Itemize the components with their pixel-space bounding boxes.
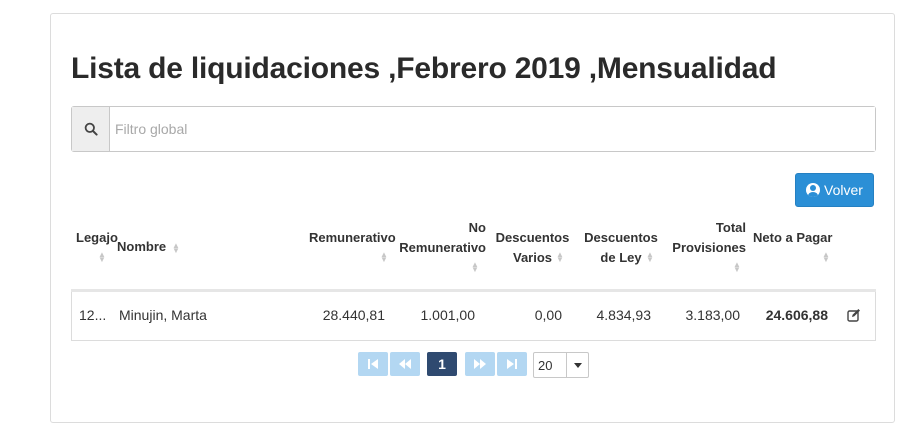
sort-icon[interactable]: ▲ ▼ (556, 251, 564, 264)
cell-legajo: 12... (79, 307, 107, 323)
sort-icon[interactable]: ▲ ▼ (380, 251, 388, 264)
rows-per-page-select[interactable]: 20 (533, 352, 589, 378)
sort-icon[interactable]: ▲ ▼ (822, 251, 830, 264)
column-header-no-remunerativo[interactable]: No Remunerativo (398, 218, 486, 258)
prev-page-icon (399, 359, 411, 369)
volver-button[interactable]: Volver (795, 173, 874, 207)
cell-total-provisiones: 3.183,00 (685, 307, 741, 323)
prev-page-button[interactable] (390, 352, 420, 376)
table-row[interactable]: 12... Minujin, Marta 28.440,81 1.001,00 … (71, 292, 876, 341)
sort-icon[interactable]: ▲ ▼ (733, 261, 741, 274)
sort-icon[interactable]: ▲ ▼ (646, 251, 654, 264)
sort-icon[interactable]: ▲ ▼ (471, 261, 479, 274)
volver-button-label: Volver (824, 182, 863, 198)
column-header-neto-a-pagar[interactable]: Neto a Pagar (753, 228, 832, 248)
sort-icon[interactable]: ▲ ▼ (98, 251, 106, 264)
first-page-button[interactable] (358, 352, 388, 376)
next-page-button[interactable] (465, 352, 495, 376)
first-page-icon (368, 359, 378, 369)
page-title: Lista de liquidaciones ,Febrero 2019 ,Me… (71, 52, 777, 85)
global-filter-group (71, 106, 876, 152)
cell-nombre: Minujin, Marta (119, 307, 207, 323)
column-header-remunerativo[interactable]: Remunerativo (309, 228, 396, 248)
page-number-button[interactable]: 1 (427, 352, 457, 376)
column-header-nombre[interactable]: Nombre (117, 237, 166, 257)
cell-remunerativo: 28.440,81 (322, 307, 385, 323)
edit-icon[interactable] (847, 308, 861, 322)
sort-icon[interactable]: ▲ ▼ (172, 242, 180, 255)
chevron-down-icon (566, 353, 588, 377)
last-page-button[interactable] (497, 352, 527, 376)
cell-descuentos-de-ley: 4.834,93 (596, 307, 652, 323)
global-filter-input[interactable] (110, 107, 875, 151)
user-circle-icon (806, 183, 821, 197)
column-header-legajo[interactable]: Legajo (76, 228, 118, 248)
search-icon (72, 107, 110, 151)
cell-no-remunerativo: 1.001,00 (420, 307, 476, 323)
cell-neto-a-pagar: 24.606,88 (765, 307, 828, 323)
next-page-icon (474, 359, 486, 369)
liquidaciones-panel: Lista de liquidaciones ,Febrero 2019 ,Me… (50, 13, 895, 423)
rows-per-page-value: 20 (538, 357, 553, 373)
cell-descuentos-varios: 0,00 (534, 307, 562, 323)
column-header-total-provisiones[interactable]: Total Provisiones (668, 218, 746, 258)
last-page-icon (507, 359, 517, 369)
pagination: 1 20 (51, 352, 896, 378)
